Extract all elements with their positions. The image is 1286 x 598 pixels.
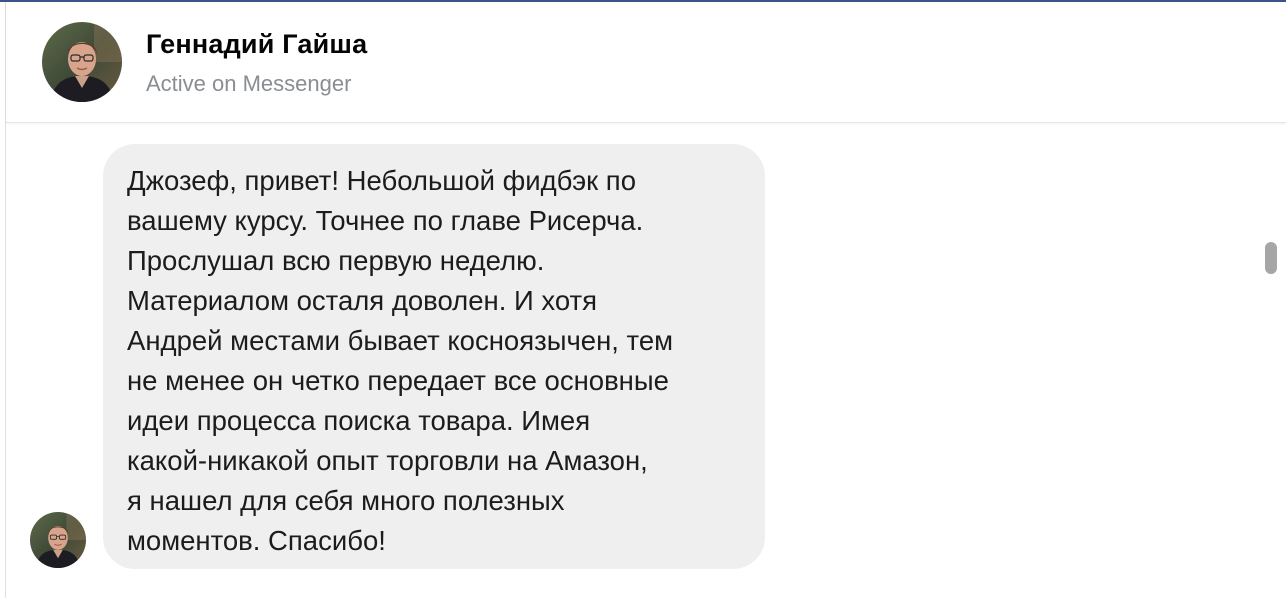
contact-status: Active on Messenger [146, 71, 352, 96]
contact-avatar[interactable] [42, 22, 122, 102]
message-sender-avatar[interactable] [30, 512, 86, 568]
contact-name[interactable]: Геннадий Гайша [146, 29, 367, 60]
profile-photo-icon [42, 22, 122, 102]
conversation-header: Геннадий Гайша Active on Messenger [6, 2, 1286, 123]
messenger-window: Геннадий Гайша Active on Messenger Джозе… [0, 0, 1286, 598]
scrollbar-thumb[interactable] [1265, 242, 1277, 274]
message-bubble[interactable]: Джозеф, привет! Небольшой фидбэк по ваше… [103, 144, 765, 569]
profile-photo-icon [30, 512, 86, 568]
message-text: Джозеф, привет! Небольшой фидбэк по ваше… [127, 165, 674, 556]
